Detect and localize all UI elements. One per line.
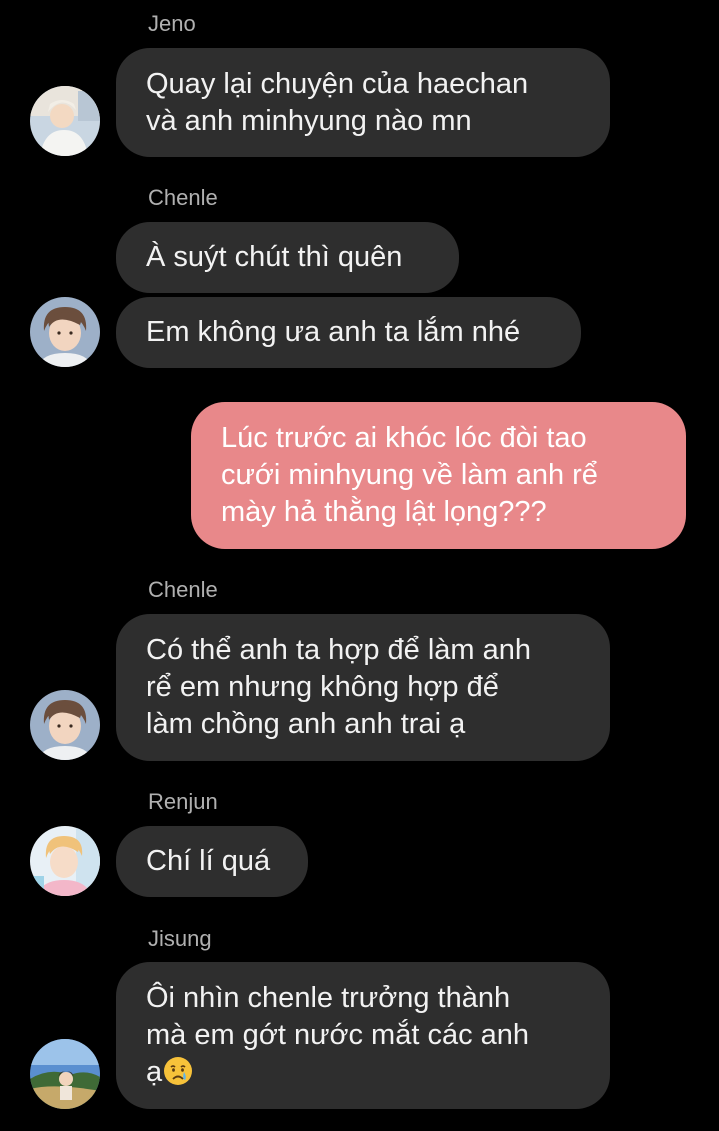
message-line: mà em gớt nước mắt các anh [146, 1019, 530, 1051]
message-bubble-chenle[interactable]: Có thể anh ta hợp để làm anh rể em nhưng… [116, 614, 610, 761]
message-line: mày hả thằng lật lọng??? [221, 496, 547, 528]
message-line: cưới minhyung về làm anh rể [221, 459, 598, 491]
message-line: và anh minhyung nào mn [146, 104, 472, 137]
message-line: rể em nhưng không hợp để [146, 671, 499, 703]
sender-name-chenle: Chenle [148, 577, 218, 602]
message-line: Có thể anh ta hợp để làm anh [146, 634, 532, 666]
message-line: Ôi nhìn chenle trưởng thành [146, 982, 511, 1014]
sender-name-chenle: Chenle [148, 185, 218, 210]
message-bubble-jeno[interactable]: Quay lại chuyện của haechan và anh minhy… [116, 48, 610, 157]
avatar-chenle[interactable] [30, 297, 100, 367]
message-bubble-chenle[interactable]: Em không ưa anh ta lắm nhé [116, 297, 581, 368]
message-bubble-jisung[interactable]: Ôi nhìn chenle trưởng thành mà em gớt nư… [116, 962, 610, 1109]
message-text: ạ [146, 1056, 163, 1088]
avatar-jeno[interactable] [30, 86, 100, 156]
avatar-chenle[interactable] [30, 690, 100, 760]
message-line: Lúc trước ai khóc lóc đòi tao [221, 422, 587, 454]
avatar-renjun[interactable] [30, 826, 100, 896]
crying-face-emoji-icon [163, 1056, 193, 1086]
message-line: Quay lại chuyện của haechan [146, 67, 529, 100]
sender-name-jisung: Jisung [148, 926, 212, 951]
message-line: Chí lí quá [146, 845, 271, 877]
message-line: Em không ưa anh ta lắm nhé [146, 316, 521, 348]
message-line: ạ [146, 1054, 580, 1091]
message-bubble-renjun[interactable]: Chí lí quá [116, 826, 308, 897]
message-line: làm chồng anh anh trai ạ [146, 708, 466, 740]
message-bubble-outgoing[interactable]: Lúc trước ai khóc lóc đòi tao cưới minhy… [191, 402, 686, 549]
sender-name-jeno: Jeno [148, 11, 196, 36]
avatar-jisung[interactable] [30, 1039, 100, 1109]
sender-name-renjun: Renjun [148, 789, 218, 814]
message-line: À suýt chút thì quên [146, 241, 403, 273]
message-bubble-chenle[interactable]: À suýt chút thì quên [116, 222, 459, 293]
